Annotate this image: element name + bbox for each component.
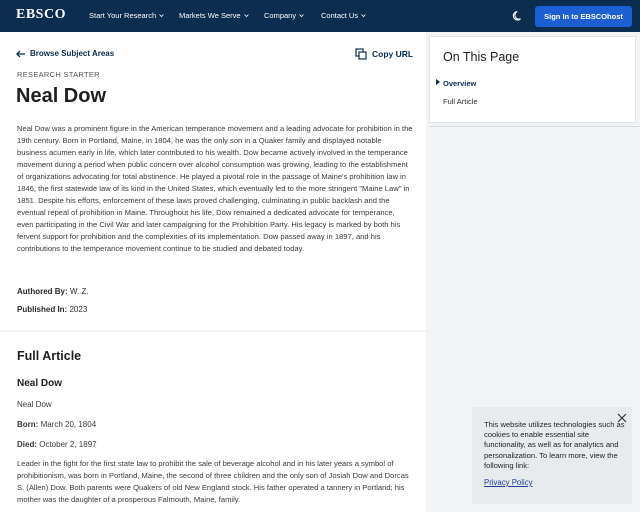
nav-label: Company (264, 11, 297, 20)
authored-by-value: W. Z. (69, 287, 89, 296)
born-value: March 20, 1804 (40, 420, 97, 429)
chevron-down-icon (299, 14, 304, 18)
copy-url-button[interactable]: Copy URL (355, 48, 413, 60)
privacy-policy-link[interactable]: Privacy Policy (484, 478, 533, 487)
published-in-value: 2023 (69, 305, 88, 314)
arrow-left-icon (16, 50, 25, 57)
research-starter-label: RESEARCH STARTER (17, 70, 100, 79)
sidebar-divider (429, 126, 640, 127)
moon-icon[interactable] (512, 10, 524, 22)
nav-contact-us[interactable]: Contact Us (321, 11, 366, 20)
authored-by: Authored By: W. Z. (17, 287, 89, 296)
died-label: Died: (17, 440, 37, 449)
nav-markets-we-serve[interactable]: Markets We Serve (179, 11, 249, 20)
on-this-page-title: On This Page (443, 50, 520, 64)
copy-url-label: Copy URL (372, 49, 414, 59)
published-in: Published In: 2023 (17, 305, 87, 314)
sign-in-button[interactable]: Sign In to EBSCOhost (535, 6, 632, 27)
nav-start-your-research[interactable]: Start Your Research (89, 11, 164, 20)
nav-label: Markets We Serve (179, 11, 241, 20)
authored-by-label: Authored By: (17, 287, 68, 296)
ebsco-logo[interactable]: EBSCO (16, 7, 66, 23)
article-name: Neal Dow (17, 400, 52, 409)
browse-subject-areas-link[interactable]: Browse Subject Areas (16, 49, 114, 58)
nav-label: Start Your Research (89, 11, 157, 20)
chevron-down-icon (243, 14, 249, 18)
top-navigation-bar: EBSCO Start Your Research Markets We Ser… (0, 0, 640, 32)
full-article-heading: Full Article (17, 349, 82, 363)
cookie-text: This website utilizes technologies such … (484, 420, 625, 470)
chevron-down-icon (159, 14, 164, 18)
back-link-label: Browse Subject Areas (30, 49, 115, 58)
close-icon[interactable] (617, 413, 627, 423)
copy-icon (355, 48, 367, 60)
toc-item-full-article[interactable]: Full Article (443, 97, 478, 106)
published-in-label: Published In: (17, 305, 68, 314)
article-subheading: Neal Dow (17, 378, 63, 389)
toc-item-overview[interactable]: Overview (443, 79, 476, 88)
died-value: October 2, 1897 (39, 440, 97, 449)
born-label: Born: (17, 420, 39, 429)
active-caret-icon (436, 79, 440, 85)
page-title: Neal Dow (16, 85, 107, 107)
summary-paragraph: Neal Dow was a prominent figure in the A… (17, 124, 413, 253)
chevron-down-icon (361, 14, 366, 18)
died-line: Died: October 2, 1897 (17, 440, 97, 449)
nav-label: Contact Us (321, 11, 359, 20)
born-line: Born: March 20, 1804 (17, 420, 96, 429)
nav-company[interactable]: Company (264, 11, 304, 20)
article-body-paragraph: Leader in the fight for the first state … (17, 459, 409, 504)
